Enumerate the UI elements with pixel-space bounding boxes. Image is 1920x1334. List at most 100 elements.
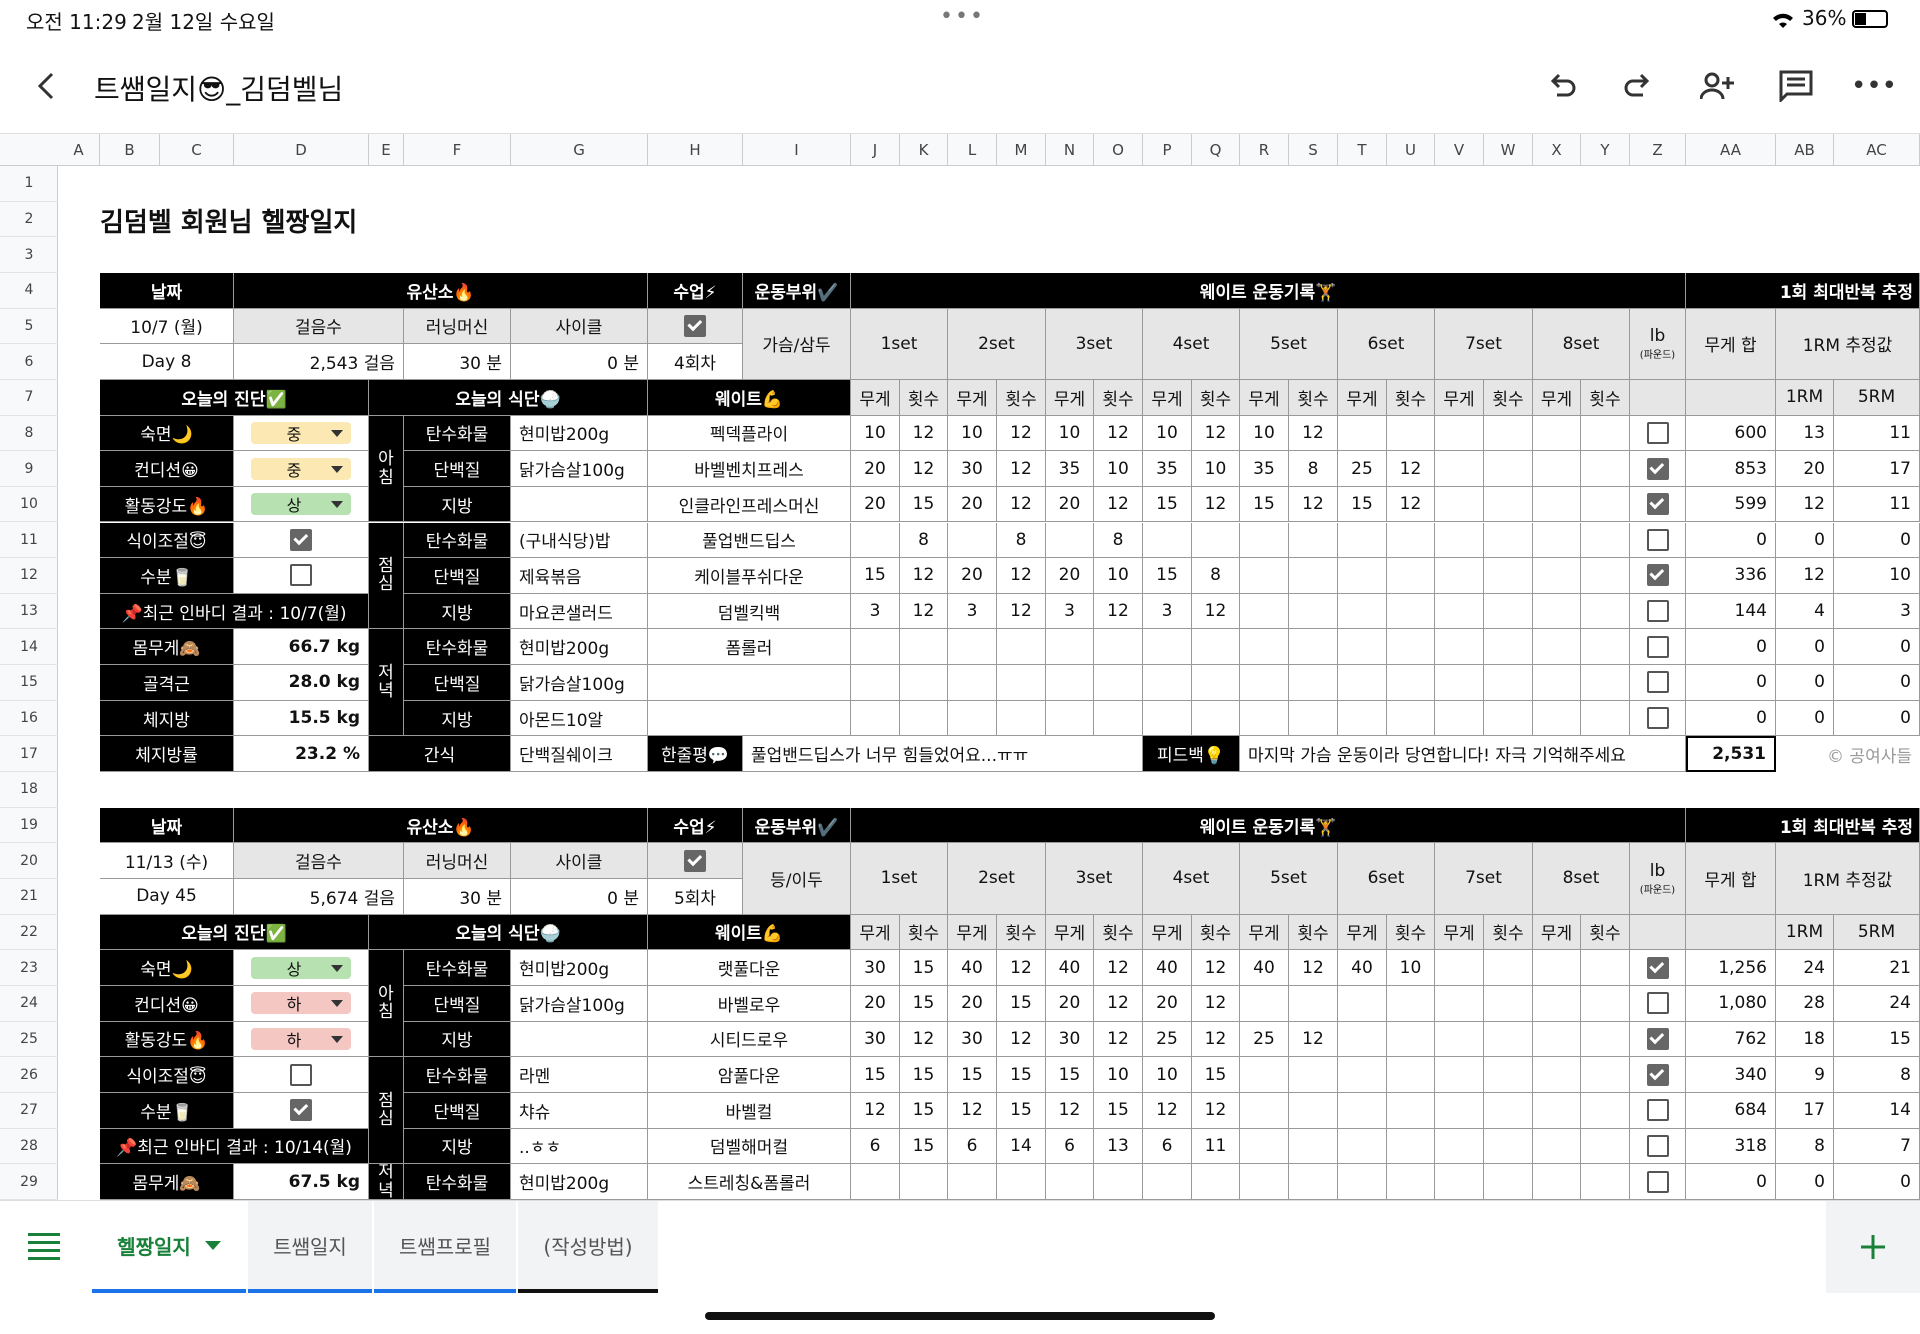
onerm-value[interactable]: 9 [1776, 1057, 1834, 1093]
row-header[interactable]: 19 [0, 808, 58, 844]
checkbox-checked[interactable] [290, 1099, 312, 1122]
column-header[interactable]: N [1046, 134, 1094, 166]
column-header[interactable]: T [1338, 134, 1387, 166]
reps-value[interactable]: 12 [1289, 486, 1338, 523]
lb-checkbox-cell[interactable] [1630, 700, 1686, 737]
weight-value[interactable] [1533, 522, 1581, 559]
checkbox-checked[interactable] [1646, 457, 1669, 480]
inbody-metric-value[interactable]: 15.5 kg [234, 700, 369, 737]
meal-item-value[interactable]: 현미밥200g [511, 1164, 648, 1200]
reps-value[interactable]: 15 [997, 1057, 1046, 1093]
inbody-metric-value[interactable]: 67.5 kg [234, 1164, 369, 1200]
column-header[interactable]: L [948, 134, 997, 166]
lb-checkbox-cell[interactable] [1630, 1057, 1686, 1093]
reps-value[interactable] [1289, 629, 1338, 666]
weight-value[interactable] [1533, 985, 1581, 1022]
tab-how-to[interactable]: (작성방법) [518, 1201, 658, 1293]
class-count-value[interactable]: 4회차 [648, 344, 743, 380]
weight-value[interactable] [1533, 1092, 1581, 1129]
reps-value[interactable] [1094, 1164, 1143, 1200]
row-header[interactable]: 24 [0, 986, 58, 1022]
weight-value[interactable] [1435, 415, 1484, 452]
reps-value[interactable] [1387, 593, 1435, 630]
weight-value[interactable] [1435, 985, 1484, 1022]
treadmill-value[interactable]: 30 분 [404, 344, 511, 380]
weight-sum-value[interactable]: 853 [1686, 451, 1776, 487]
reps-value[interactable]: 10 [1094, 451, 1143, 487]
reps-value[interactable]: 12 [1094, 593, 1143, 630]
weight-value[interactable] [948, 665, 997, 701]
weight-value[interactable] [1533, 1164, 1581, 1200]
checkbox-unchecked[interactable] [1646, 671, 1669, 694]
exercise-name[interactable]: 덤벨해머컬 [648, 1128, 851, 1165]
weight-sum-value[interactable]: 684 [1686, 1092, 1776, 1129]
reps-value[interactable] [1192, 700, 1240, 737]
treadmill-value[interactable]: 30 분 [404, 879, 511, 915]
reps-value[interactable] [1289, 1128, 1338, 1165]
weight-value[interactable]: 10 [1143, 1057, 1192, 1093]
meal-item-value[interactable]: 닭가슴살100g [511, 665, 648, 701]
column-header[interactable]: M [997, 134, 1046, 166]
row-header[interactable]: 23 [0, 950, 58, 986]
weight-value[interactable] [1046, 1164, 1094, 1200]
checkbox-unchecked[interactable] [1646, 600, 1669, 623]
weight-value[interactable] [1435, 1128, 1484, 1165]
fiverm-value[interactable]: 14 [1834, 1092, 1920, 1129]
weight-value[interactable] [1338, 415, 1387, 452]
exercise-name[interactable]: 펙덱플라이 [648, 415, 851, 452]
checkbox-checked[interactable] [1646, 956, 1669, 979]
onerm-value[interactable]: 18 [1776, 1021, 1834, 1058]
reps-value[interactable] [1192, 629, 1240, 666]
steps-value[interactable]: 2,543 걸음 [234, 344, 404, 380]
meal-item-value[interactable]: 현미밥200g [511, 629, 648, 666]
lb-checkbox-cell[interactable] [1630, 1021, 1686, 1058]
weight-value[interactable] [1240, 1092, 1289, 1129]
column-header[interactable]: C [160, 134, 234, 166]
weight-value[interactable]: 30 [851, 1021, 900, 1058]
reps-value[interactable] [1484, 486, 1533, 523]
weight-value[interactable]: 15 [1143, 558, 1192, 594]
reps-value[interactable]: 8 [1094, 522, 1143, 559]
fiverm-value[interactable]: 3 [1834, 593, 1920, 630]
checkbox-unchecked[interactable] [1646, 528, 1669, 551]
weight-sum-value[interactable]: 599 [1686, 486, 1776, 523]
checkbox-unchecked[interactable] [1646, 1134, 1669, 1157]
weight-value[interactable] [851, 700, 900, 737]
weight-sum-value[interactable]: 0 [1686, 522, 1776, 559]
weight-value[interactable] [1338, 1092, 1387, 1129]
row-header[interactable]: 11 [0, 523, 58, 559]
weight-value[interactable]: 40 [1046, 950, 1094, 986]
reps-value[interactable]: 8 [1289, 451, 1338, 487]
meal-item-value[interactable]: 아몬드10알 [511, 700, 648, 737]
row-header[interactable]: 8 [0, 416, 58, 452]
reps-value[interactable] [1387, 1057, 1435, 1093]
weight-value[interactable]: 3 [851, 593, 900, 630]
weight-value[interactable]: 6 [851, 1128, 900, 1165]
weight-value[interactable] [1533, 700, 1581, 737]
weight-value[interactable] [1338, 700, 1387, 737]
total-weight-value[interactable]: 2,531 [1686, 736, 1776, 773]
reps-value[interactable] [1581, 593, 1630, 630]
weight-value[interactable]: 10 [851, 415, 900, 452]
weight-value[interactable] [948, 700, 997, 737]
weight-value[interactable]: 15 [1338, 486, 1387, 523]
checkbox-unchecked[interactable] [290, 1063, 312, 1086]
row-header[interactable]: 26 [0, 1057, 58, 1093]
weight-value[interactable] [851, 522, 900, 559]
reps-value[interactable] [997, 700, 1046, 737]
weight-sum-value[interactable]: 318 [1686, 1128, 1776, 1165]
reps-value[interactable] [997, 629, 1046, 666]
class-count-value[interactable]: 5회차 [648, 879, 743, 915]
fiverm-value[interactable]: 0 [1834, 700, 1920, 737]
row-header[interactable]: 22 [0, 915, 58, 951]
weight-value[interactable]: 12 [1046, 1092, 1094, 1129]
weight-value[interactable] [1338, 629, 1387, 666]
checkbox-unchecked[interactable] [1646, 421, 1669, 444]
diagnosis-value[interactable]: 하 [234, 985, 369, 1022]
reps-value[interactable] [1484, 1021, 1533, 1058]
weight-sum-value[interactable]: 600 [1686, 415, 1776, 452]
weight-value[interactable]: 10 [1240, 415, 1289, 452]
checkbox-unchecked[interactable] [1646, 1170, 1669, 1193]
weight-value[interactable] [948, 522, 997, 559]
weight-value[interactable]: 30 [851, 950, 900, 986]
